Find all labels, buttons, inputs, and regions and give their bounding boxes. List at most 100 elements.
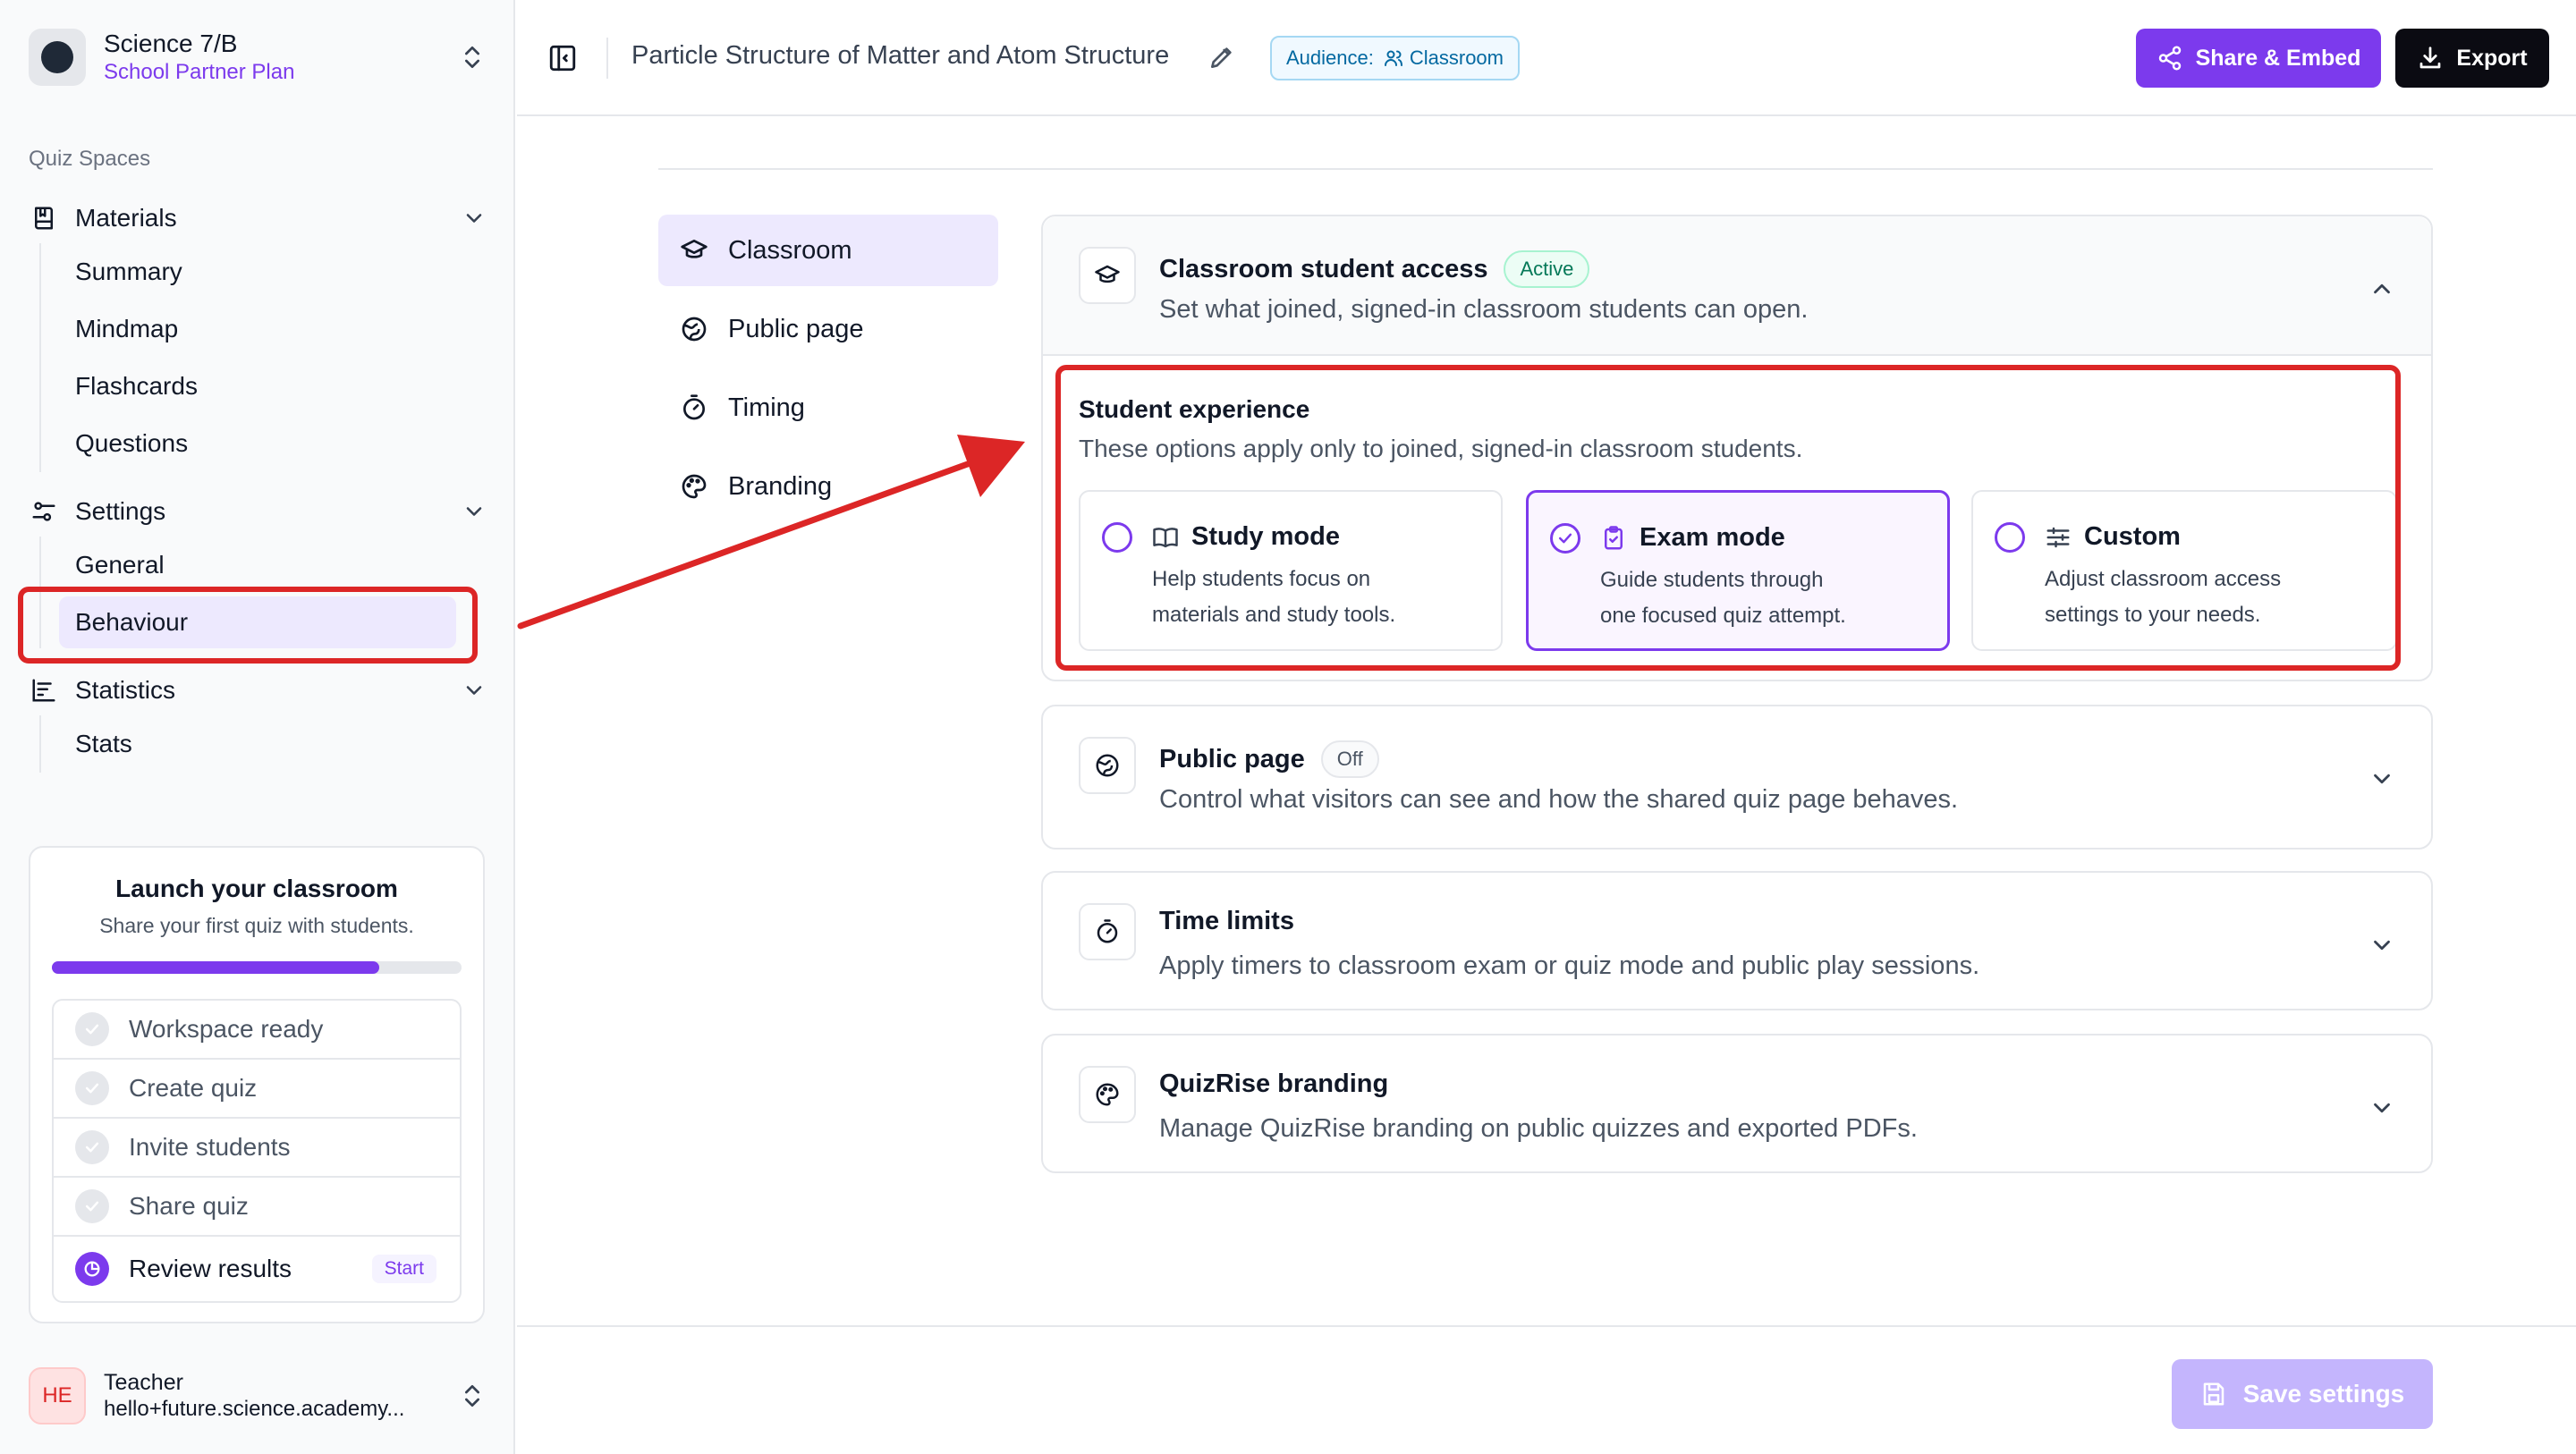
chevron-down-icon[interactable] bbox=[2368, 1095, 2395, 1121]
save-settings-label: Save settings bbox=[2242, 1380, 2405, 1408]
globe-icon bbox=[682, 317, 707, 342]
share-embed-button[interactable]: Share & Embed bbox=[2136, 29, 2381, 88]
start-button[interactable]: Start bbox=[371, 1255, 436, 1283]
checklist-item[interactable]: Invite students bbox=[54, 1119, 460, 1178]
card-header[interactable]: QuizRise branding Manage QuizRise brandi… bbox=[1043, 1036, 2431, 1175]
checklist-item-current[interactable]: Review results Start bbox=[54, 1237, 460, 1301]
branding-card: QuizRise branding Manage QuizRise brandi… bbox=[1041, 1034, 2433, 1173]
classroom-access-card: Classroom student access Active Set what… bbox=[1041, 215, 2433, 681]
audience-value: Classroom bbox=[1409, 46, 1504, 69]
graduation-cap-icon bbox=[681, 240, 708, 258]
globe-icon bbox=[1079, 737, 1136, 794]
checklist-item-label: Create quiz bbox=[129, 1074, 258, 1102]
card-title: Time limits bbox=[1159, 907, 1294, 935]
checklist-item[interactable]: Workspace ready bbox=[54, 1001, 460, 1060]
sidebar-toggle-icon[interactable] bbox=[547, 43, 578, 73]
mode-title: Study mode bbox=[1191, 522, 1340, 551]
exam-mode-option[interactable]: Exam mode Guide students through one focu… bbox=[1526, 490, 1950, 651]
chevron-up-down-icon[interactable] bbox=[458, 1382, 487, 1410]
card-title: QuizRise branding bbox=[1159, 1069, 1389, 1098]
check-circle-icon bbox=[75, 1071, 109, 1105]
audience-badge[interactable]: Audience: Classroom bbox=[1270, 36, 1520, 80]
launch-checklist: Workspace ready Create quiz Invite stude… bbox=[52, 999, 462, 1303]
sidebar-item-mindmap[interactable]: Mindmap bbox=[59, 300, 494, 358]
subnav-label: Timing bbox=[728, 393, 805, 422]
share-embed-label: Share & Embed bbox=[2195, 45, 2361, 71]
save-settings-button[interactable]: Save settings bbox=[2172, 1359, 2433, 1429]
sliders-icon bbox=[2046, 527, 2070, 548]
subnav-classroom[interactable]: Classroom bbox=[658, 215, 998, 286]
mode-title: Custom bbox=[2084, 522, 2181, 551]
launch-progress-bar bbox=[52, 961, 462, 974]
chevron-up-icon[interactable] bbox=[2368, 275, 2395, 302]
sidebar-item-general[interactable]: General bbox=[59, 537, 494, 594]
chevron-down-icon[interactable] bbox=[2368, 765, 2395, 792]
export-label: Export bbox=[2456, 45, 2528, 71]
student-experience-title: Student experience bbox=[1079, 395, 1310, 423]
user-role: Teacher bbox=[104, 1370, 183, 1395]
radio-button[interactable] bbox=[1995, 522, 2025, 553]
card-header[interactable]: Time limits Apply timers to classroom ex… bbox=[1043, 873, 2431, 1012]
card-header[interactable]: Public page Off Control what visitors ca… bbox=[1043, 706, 2431, 846]
check-circle-icon bbox=[75, 1012, 109, 1046]
card-description: Set what joined, signed-in classroom stu… bbox=[1159, 295, 1809, 324]
checklist-item-label: Share quiz bbox=[129, 1192, 249, 1220]
check-circle-icon bbox=[75, 1189, 109, 1223]
book-open-icon bbox=[1153, 528, 1178, 548]
mode-description: Guide students through one focused quiz a… bbox=[1600, 568, 1846, 628]
sidebar-item-summary[interactable]: Summary bbox=[59, 243, 494, 300]
page-title: Particle Structure of Matter and Atom St… bbox=[631, 41, 1170, 70]
chevron-up-down-icon[interactable] bbox=[458, 43, 487, 72]
pencil-icon[interactable] bbox=[1208, 43, 1236, 72]
nav-children-statistics: Stats bbox=[39, 715, 494, 773]
nav-parent-label: Statistics bbox=[75, 676, 176, 704]
radio-button-selected[interactable] bbox=[1550, 523, 1580, 554]
card-description: Apply timers to classroom exam or quiz m… bbox=[1159, 951, 1980, 980]
study-mode-option[interactable]: Study mode Help students focus on materia… bbox=[1079, 490, 1503, 651]
status-badge: Off bbox=[1320, 740, 1379, 778]
nav-parent-settings[interactable]: Settings bbox=[21, 486, 494, 537]
chevron-down-icon[interactable] bbox=[2368, 932, 2395, 959]
subnav-label: Public page bbox=[728, 314, 864, 343]
chevron-down-icon[interactable] bbox=[462, 678, 487, 703]
share-icon bbox=[2158, 46, 2181, 71]
clipboard-check-icon bbox=[1605, 526, 1623, 550]
launch-classroom-card: Launch your classroom Share your first q… bbox=[29, 846, 485, 1323]
nav-parent-label: Materials bbox=[75, 204, 177, 232]
sidebar-item-behaviour[interactable]: Behaviour bbox=[59, 596, 456, 648]
sidebar-item-questions[interactable]: Questions bbox=[59, 415, 494, 472]
subnav-public-page[interactable]: Public page bbox=[658, 293, 998, 365]
user-menu[interactable]: HE Teacher hello+future.science.academy.… bbox=[29, 1365, 487, 1427]
checklist-item-label: Review results bbox=[129, 1255, 292, 1282]
divider bbox=[606, 38, 608, 79]
section-label: Quiz Spaces bbox=[29, 147, 151, 171]
book-icon bbox=[35, 207, 53, 230]
checklist-item[interactable]: Create quiz bbox=[54, 1060, 460, 1119]
sliders-icon bbox=[32, 502, 55, 521]
nav-children-materials: Summary Mindmap Flashcards Questions bbox=[39, 243, 494, 472]
custom-mode-option[interactable]: Custom Adjust classroom access settings t… bbox=[1971, 490, 2397, 651]
checklist-item[interactable]: Share quiz bbox=[54, 1178, 460, 1237]
user-email: hello+future.science.academy... bbox=[104, 1397, 405, 1421]
chevron-down-icon[interactable] bbox=[462, 499, 487, 524]
mode-description: Help students focus on materials and stud… bbox=[1152, 567, 1396, 627]
launch-title: Launch your classroom bbox=[115, 875, 398, 902]
save-icon bbox=[2203, 1382, 2224, 1406]
export-button[interactable]: Export bbox=[2395, 29, 2549, 88]
workspace-switcher[interactable]: Science 7/B School Partner Plan bbox=[29, 29, 487, 86]
nav-parent-label: Settings bbox=[75, 497, 166, 525]
chevron-down-icon[interactable] bbox=[462, 206, 487, 231]
avatar: HE bbox=[29, 1367, 86, 1424]
checklist-item-label: Workspace ready bbox=[129, 1015, 324, 1043]
sidebar-item-flashcards[interactable]: Flashcards bbox=[59, 358, 494, 415]
radio-button[interactable] bbox=[1102, 522, 1132, 553]
palette-icon bbox=[1079, 1066, 1136, 1123]
card-header[interactable]: Classroom student access Active Set what… bbox=[1043, 216, 2431, 356]
pie-progress-icon bbox=[75, 1252, 109, 1286]
nav-parent-statistics[interactable]: Statistics bbox=[21, 665, 494, 715]
sidebar-item-stats[interactable]: Stats bbox=[59, 715, 494, 773]
card-title: Public page bbox=[1159, 744, 1305, 773]
check-circle-icon bbox=[75, 1130, 109, 1164]
nav-parent-materials[interactable]: Materials bbox=[21, 193, 494, 243]
mode-title: Exam mode bbox=[1640, 523, 1785, 552]
